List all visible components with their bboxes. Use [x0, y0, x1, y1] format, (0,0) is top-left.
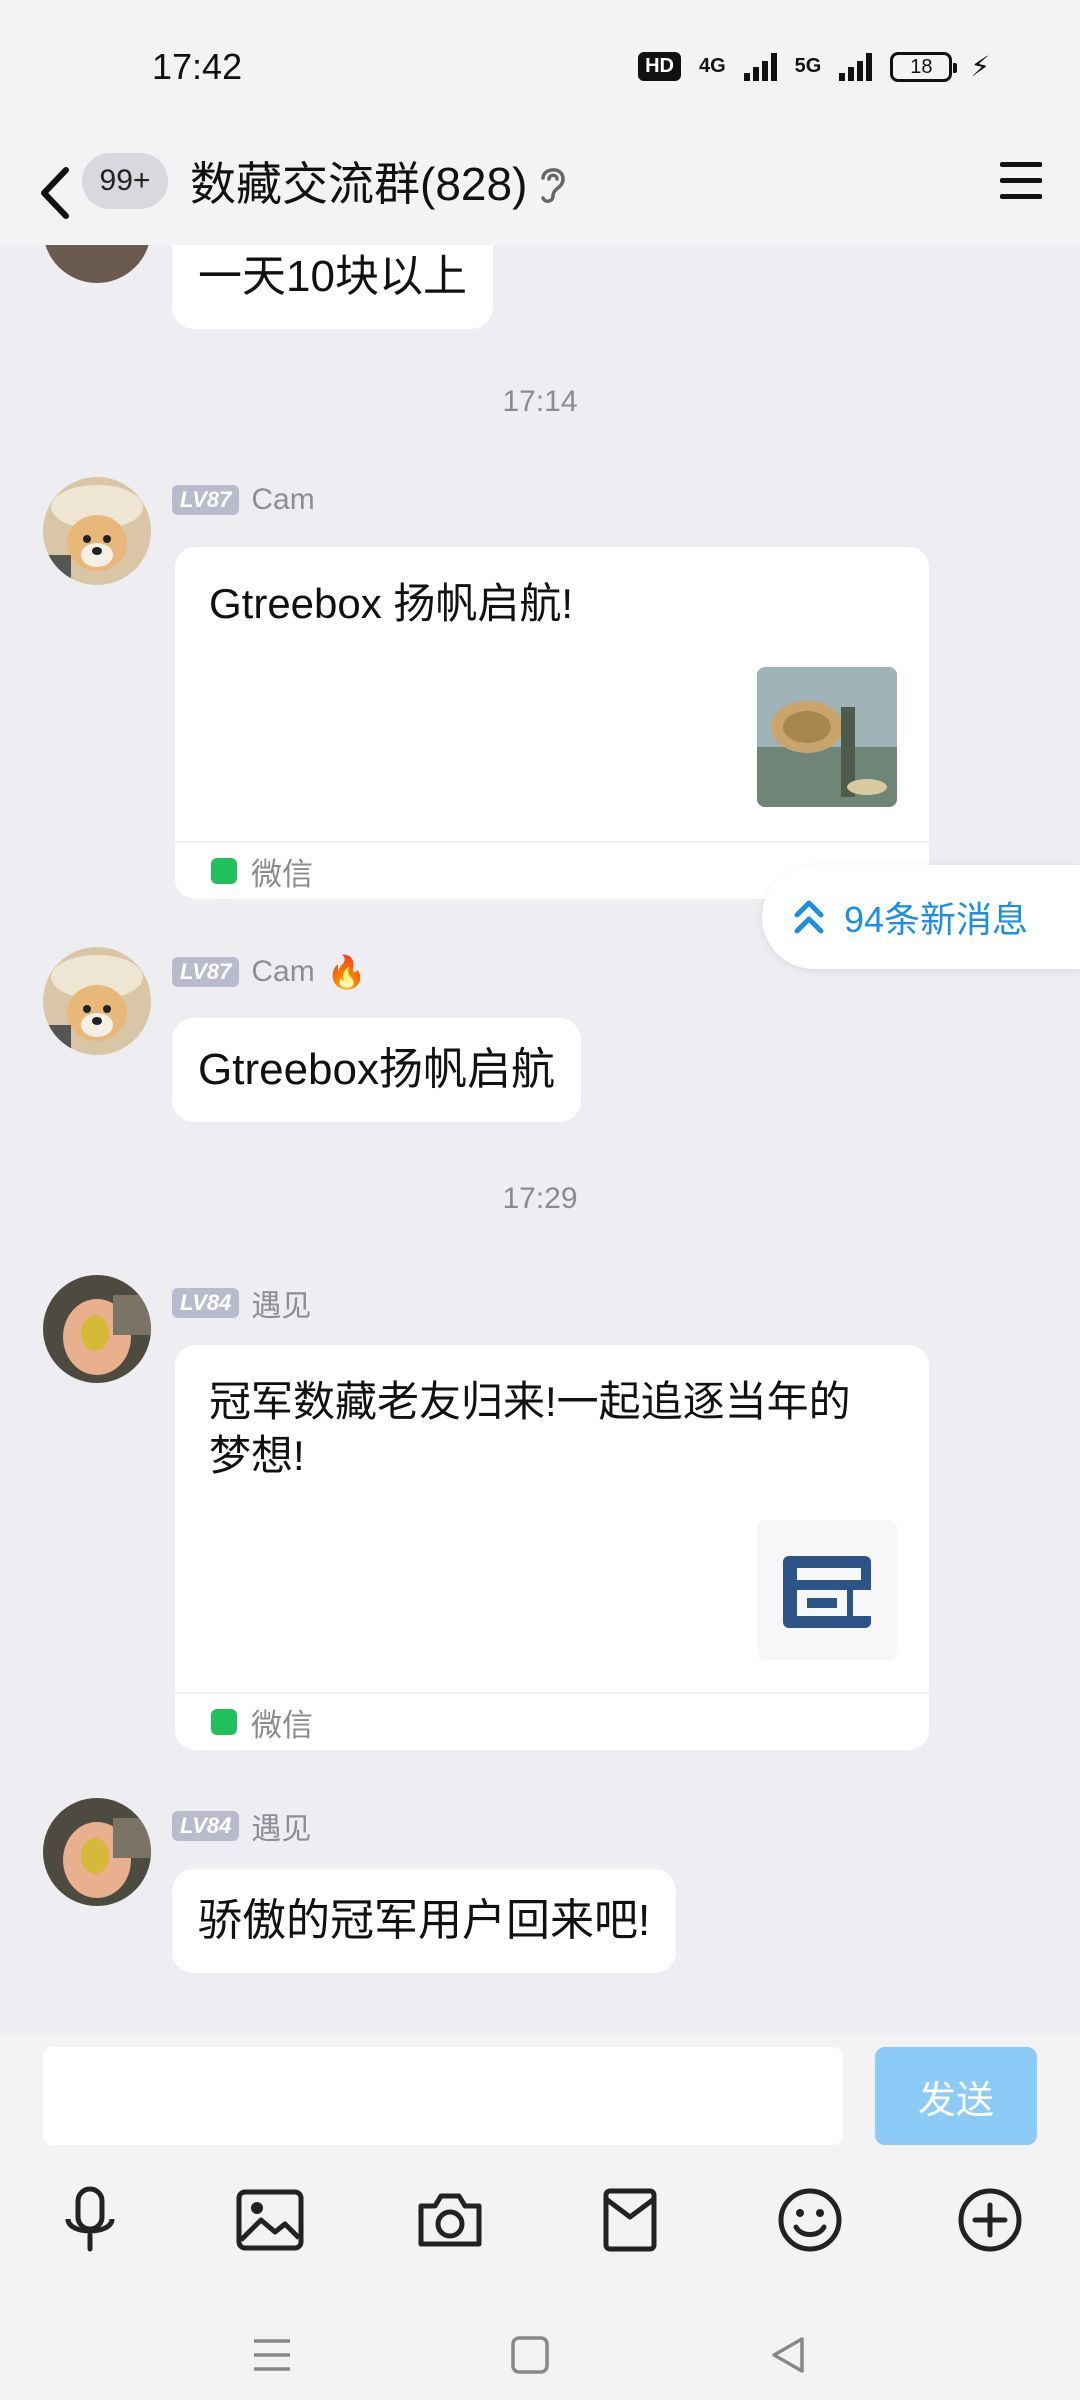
charging-icon: ⚡ — [970, 51, 990, 82]
sender-row: LV87 Cam 🔥 — [172, 953, 367, 991]
new-messages-button[interactable]: 94条新消息 — [762, 865, 1080, 969]
card-source: 微信 — [175, 1692, 929, 1750]
level-badge: LV84 — [172, 1288, 240, 1318]
sender-row: LV84 遇见 — [172, 1281, 311, 1325]
status-icons: HD 4G 5G 18 ⚡ — [638, 50, 990, 83]
level-badge: LV87 — [172, 957, 240, 987]
avatar-yujian[interactable] — [43, 1275, 151, 1383]
chat-messages[interactable]: 一天10块以上 17:14 LV87 Cam Gtreebox 扬帆启航! 微信… — [0, 245, 1080, 2035]
avatar-cam[interactable] — [43, 477, 151, 585]
wechat-icon — [211, 1709, 237, 1735]
avatar-cam[interactable] — [43, 947, 151, 1055]
chevron-left-icon — [41, 167, 69, 219]
red-packet-icon[interactable] — [590, 2180, 670, 2260]
sender-name[interactable]: 遇见 — [251, 1804, 311, 1848]
status-time: 17:42 — [152, 46, 243, 87]
back-nav-icon[interactable] — [758, 2325, 818, 2385]
card-thumbnail-logo — [757, 1520, 897, 1660]
system-nav-bar — [0, 2325, 1080, 2400]
timestamp: 17:14 — [502, 385, 578, 418]
message-bubble[interactable]: 一天10块以上 — [172, 245, 493, 329]
unread-count-badge[interactable]: 99+ — [82, 153, 168, 209]
level-badge: LV87 — [172, 485, 240, 515]
status-bar: 17:42 HD 4G 5G 18 ⚡ — [0, 0, 1080, 140]
menu-icon[interactable] — [998, 158, 1044, 202]
avatar[interactable] — [43, 245, 151, 283]
card-title: 冠军数藏老友归来!一起追逐当年的梦想! — [209, 1378, 851, 1479]
message-bubble[interactable]: 骄傲的冠军用户回来吧! — [172, 1869, 677, 1973]
sender-name[interactable]: Cam — [251, 955, 314, 989]
message-input[interactable] — [43, 2047, 843, 2145]
sender-row: LV87 Cam — [172, 483, 315, 517]
camera-icon[interactable] — [410, 2180, 490, 2260]
microphone-icon[interactable] — [50, 2180, 130, 2260]
send-button[interactable]: 发送 — [875, 2047, 1037, 2145]
back-button[interactable] — [36, 158, 76, 228]
card-title: Gtreebox 扬帆启航! — [209, 580, 574, 627]
card-source-label: 微信 — [251, 856, 313, 892]
plus-icon[interactable] — [950, 2180, 1030, 2260]
card-thumbnail — [757, 667, 897, 807]
fire-icon: 🔥 — [326, 954, 367, 990]
signal-icon — [743, 52, 777, 81]
avatar-yujian[interactable] — [43, 1798, 151, 1906]
network-5g-label: 5G — [794, 55, 822, 77]
battery-icon: 18 — [890, 51, 958, 82]
sender-name[interactable]: Cam — [251, 483, 314, 517]
composer: 发送 — [0, 2035, 1080, 2400]
new-messages-label: 94条新消息 — [844, 899, 1029, 940]
level-badge: LV84 — [172, 1811, 240, 1841]
emoji-icon[interactable] — [770, 2180, 850, 2260]
composer-toolbar — [0, 2180, 1080, 2270]
hd-icon: HD — [638, 52, 681, 81]
signal-icon-2 — [839, 52, 873, 81]
recents-nav-icon[interactable] — [242, 2325, 302, 2385]
wechat-icon — [211, 858, 237, 884]
timestamp: 17:29 — [502, 1182, 578, 1215]
message-bubble[interactable]: Gtreebox扬帆启航 — [172, 1018, 581, 1122]
card-source-label: 微信 — [251, 1707, 313, 1743]
home-nav-icon[interactable] — [500, 2325, 560, 2385]
page-title[interactable]: 数藏交流群(828) — [190, 154, 527, 214]
image-icon[interactable] — [230, 2180, 310, 2260]
sender-name[interactable]: 遇见 — [251, 1281, 311, 1325]
network-4g-label: 4G — [698, 55, 726, 77]
sender-row: LV84 遇见 — [172, 1804, 311, 1848]
ear-icon[interactable] — [535, 162, 569, 206]
double-chevron-up-icon — [794, 900, 824, 934]
link-card[interactable]: Gtreebox 扬帆启航! 微信 — [175, 547, 929, 899]
chat-header: 99+ 数藏交流群(828) — [0, 140, 1080, 245]
link-card[interactable]: 冠军数藏老友归来!一起追逐当年的梦想! 微信 — [175, 1345, 929, 1750]
